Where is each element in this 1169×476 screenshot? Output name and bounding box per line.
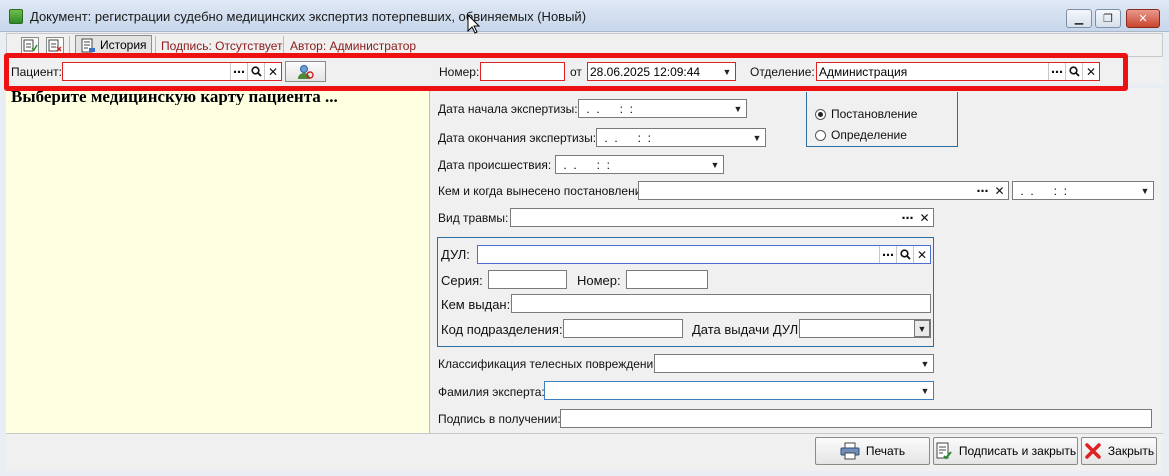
issued-field[interactable] — [511, 294, 931, 313]
dropdown-icon[interactable]: ▼ — [749, 129, 765, 146]
radio-postanovlenie[interactable]: Постановление — [815, 107, 917, 121]
maximize-button[interactable]: ❐ — [1095, 9, 1121, 28]
doc-number-label: Номер: — [577, 273, 621, 288]
ellipsis-icon[interactable]: ⋯ — [879, 246, 896, 263]
issued-date-value: . . : : — [1017, 183, 1068, 198]
clear-icon[interactable]: ✕ — [916, 209, 933, 226]
sign-close-button[interactable]: Подписать и закрыть — [933, 437, 1078, 465]
exam-start-label: Дата начала экспертизы: — [438, 102, 578, 116]
minimize-button[interactable]: ▁ — [1066, 9, 1092, 28]
print-label: Печать — [865, 444, 906, 458]
patient-card-pane — [6, 88, 430, 433]
search-icon[interactable] — [896, 246, 913, 263]
radio-opredelenie[interactable]: Определение — [815, 128, 907, 142]
close-icon: ✕ — [1138, 13, 1148, 25]
classification-field[interactable]: ▼ — [654, 354, 934, 373]
dul-label: ДУЛ: — [441, 247, 470, 262]
doc-number-field[interactable] — [626, 270, 708, 289]
sign-close-label: Подписать и закрыть — [958, 444, 1077, 458]
ellipsis-icon[interactable]: ⋯ — [974, 182, 991, 199]
close-label: Закрыть — [1107, 444, 1155, 458]
radio-unchecked-icon — [815, 129, 826, 141]
dropdown-icon[interactable]: ▼ — [730, 100, 746, 117]
toolbar-separator — [283, 36, 284, 54]
injury-type-field[interactable]: ⋯ ✕ — [510, 208, 934, 227]
close-window-button[interactable]: ✕ — [1126, 9, 1160, 28]
classification-label: Классификация телесных повреждений: — [438, 357, 664, 371]
exam-end-field[interactable]: . . : : ▼ — [596, 128, 766, 147]
injury-type-label: Вид травмы: — [438, 211, 509, 225]
radio-2-label: Определение — [831, 128, 907, 142]
dropdown-icon[interactable]: ▼ — [917, 382, 933, 399]
highlight-frame — [4, 53, 1128, 91]
clear-icon[interactable]: ✕ — [913, 246, 930, 263]
expert-label: Фамилия эксперта: — [438, 385, 545, 399]
mouse-cursor-icon — [467, 14, 480, 34]
app-icon — [9, 9, 23, 24]
toolbar-separator — [69, 36, 70, 54]
issued-by-field[interactable]: ⋯ ✕ — [638, 181, 1009, 200]
incident-field[interactable]: . . : : ▼ — [555, 155, 724, 174]
author-status: Автор: Администратор — [290, 39, 416, 53]
expert-field[interactable]: ▼ — [544, 381, 934, 400]
close-button[interactable]: Закрыть — [1081, 437, 1157, 465]
incident-value: . . : : — [560, 157, 611, 172]
issue-date-label: Дата выдачи ДУЛ: — [692, 322, 802, 337]
series-label: Серия: — [441, 273, 483, 288]
dept-code-label: Код подразделения: — [441, 322, 563, 337]
ellipsis-icon[interactable]: ⋯ — [899, 209, 916, 226]
issued-by-label: Кем и когда вынесено постановление: — [438, 184, 652, 198]
minimize-icon: ▁ — [1074, 13, 1084, 25]
exam-start-field[interactable]: . . : : ▼ — [578, 99, 747, 118]
history-icon — [81, 38, 95, 52]
dropdown-icon[interactable]: ▼ — [914, 320, 930, 337]
issued-label: Кем выдан: — [441, 297, 511, 312]
dul-field[interactable]: ⋯ ✕ — [477, 245, 931, 264]
issued-date-field[interactable]: . . : : ▼ — [1012, 181, 1154, 200]
sign-document-icon — [936, 442, 952, 460]
receipt-label: Подпись в получении: — [438, 412, 561, 426]
author-label: Автор: Администратор — [290, 39, 417, 53]
dropdown-icon[interactable]: ▼ — [1137, 182, 1153, 199]
checklist-icon[interactable] — [21, 37, 39, 54]
exam-end-value: . . : : — [601, 130, 652, 145]
delete-doc-icon[interactable] — [46, 37, 64, 54]
close-x-icon — [1085, 443, 1101, 459]
clear-icon[interactable]: ✕ — [991, 182, 1008, 199]
signature-status: Подпись: Отсутствует — [161, 39, 282, 53]
receipt-field[interactable] — [560, 409, 1152, 428]
toolbar-separator — [155, 36, 156, 54]
history-button[interactable]: История — [75, 35, 152, 55]
printer-icon — [840, 442, 860, 460]
dept-code-field[interactable] — [563, 319, 683, 338]
window-title: Документ: регистрации судебно медицински… — [30, 9, 587, 24]
series-field[interactable] — [488, 270, 567, 289]
print-button[interactable]: Печать — [815, 437, 930, 465]
issue-date-field[interactable]: ▼ — [799, 319, 931, 338]
radio-checked-icon — [815, 108, 826, 120]
exam-end-label: Дата окончания экспертизы: — [438, 131, 597, 145]
dropdown-icon[interactable]: ▼ — [917, 355, 933, 372]
dropdown-icon[interactable]: ▼ — [707, 156, 723, 173]
history-label: История — [100, 38, 147, 52]
incident-label: Дата происшествия: — [438, 158, 552, 172]
exam-start-value: . . : : — [583, 101, 634, 116]
radio-1-label: Постановление — [831, 107, 918, 121]
signature-label: Подпись: Отсутствует — [161, 39, 283, 53]
maximize-icon: ❐ — [1103, 13, 1113, 25]
